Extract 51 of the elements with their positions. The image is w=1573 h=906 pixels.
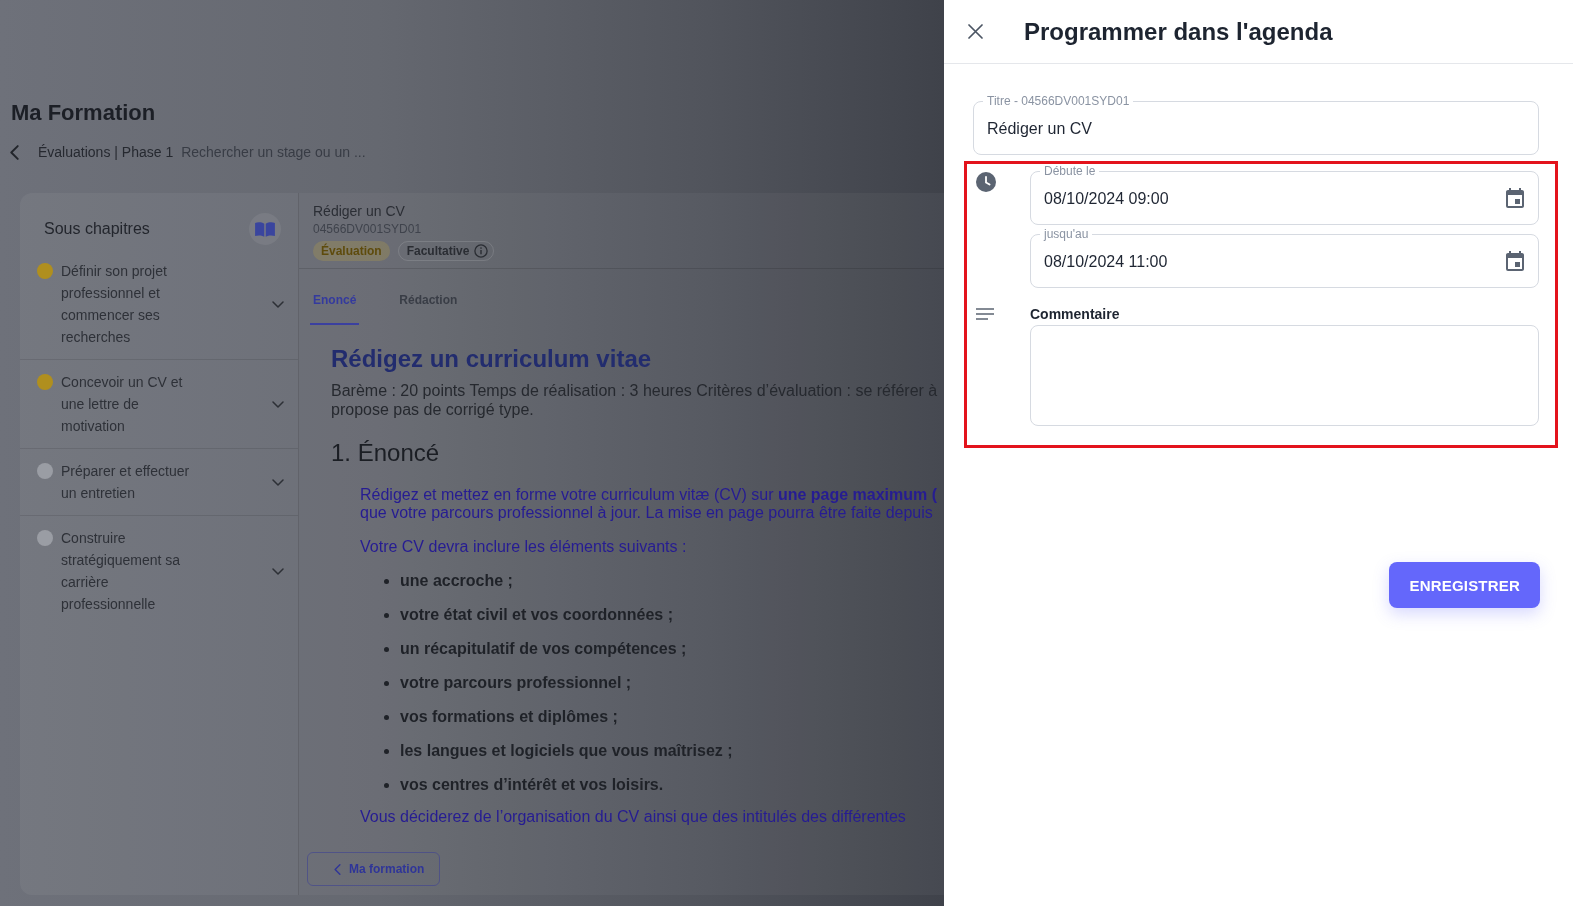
title-field[interactable]: Titre - 04566DV001SYD01 Rédiger un CV	[973, 94, 1539, 155]
chevron-down-icon[interactable]	[272, 478, 284, 486]
chevron-down-icon[interactable]	[272, 400, 284, 408]
date-field[interactable]: Débute le 08/10/2024 09:00	[1030, 164, 1539, 225]
drawer-title: Programmer dans l'agenda	[1024, 16, 1333, 47]
chapter-item[interactable]: Préparer et effectuer un entretien	[20, 449, 298, 516]
text-lines-icon	[976, 308, 994, 320]
page-title: Ma Formation	[11, 99, 156, 127]
date-field[interactable]: jusqu'au 08/10/2024 11:00	[1030, 227, 1539, 288]
book-icon[interactable]	[249, 213, 281, 245]
chapter-item[interactable]: Construire stratégiquement sa carrière professionnelle	[20, 516, 298, 626]
section-title: 1. Énoncé	[331, 439, 441, 467]
sidebar-title: Sous chapitres	[44, 219, 150, 239]
chapter-item[interactable]: Concevoir un CV et une lettre de motivation	[20, 360, 298, 449]
chevron-left-icon[interactable]	[334, 863, 341, 875]
list-item-text: vos centres d’intérêt et vos loisirs.	[400, 776, 664, 794]
category-tag: Évaluation	[313, 241, 390, 261]
calendar-icon[interactable]	[1505, 188, 1525, 208]
chevron-down-icon[interactable]	[272, 300, 284, 308]
chapter-item[interactable]: Définir son projet professionnel et commencer ses recherches	[20, 249, 298, 360]
back-button[interactable]: Ma formation	[307, 852, 441, 886]
list-intro: Votre CV devra inclure les éléments suivants :	[360, 538, 688, 556]
bullet-icon	[384, 680, 389, 686]
clock-icon	[976, 172, 996, 192]
article-heading: Rédigez un curriculum vitae	[331, 345, 653, 373]
comment-field[interactable]	[1030, 325, 1539, 426]
bullet-icon	[384, 646, 389, 652]
closing-paragraph: Vous déciderez de l’organisation du CV ainsi que des intitulés des différentes	[360, 808, 907, 826]
bullet-icon	[384, 714, 389, 720]
list-item-text: votre état civil et vos coordonnées ;	[400, 606, 673, 624]
instructions-paragraph: Rédigez et mettez en forme votre curriculum vitæ (CV) sur une page maximum ( que votre parcours professionnel à jour. La mise en page pourra être faite depuis	[360, 486, 939, 522]
bullet-icon	[384, 578, 389, 584]
activity-title: Rédiger un CV	[313, 202, 406, 220]
bullet-icon	[384, 748, 389, 754]
list-item-text: un récapitulatif de vos compétences ;	[400, 640, 687, 658]
bullet-icon	[384, 612, 389, 618]
list-item-text: les langues et logiciels que vous maîtrisez ;	[400, 742, 733, 760]
optional-label: Facultative	[406, 244, 470, 258]
list-item-text: une accroche ;	[400, 572, 513, 590]
close-icon[interactable]	[968, 24, 983, 39]
calendar-icon[interactable]	[1505, 251, 1525, 271]
list-item-text: votre parcours professionnel ;	[400, 674, 632, 692]
breadcrumb-path: Évaluations | Phase 1	[38, 144, 174, 160]
chevron-left-icon[interactable]	[10, 144, 19, 160]
chevron-down-icon[interactable]	[272, 567, 284, 575]
bullet-icon	[384, 782, 389, 788]
tab[interactable]: Enoncé	[310, 269, 360, 325]
list-item-text: vos formations et diplômes ;	[400, 708, 618, 726]
save-button[interactable]: ENREGISTRER	[1389, 562, 1540, 608]
comment-label: Commentaire	[1030, 305, 1121, 323]
info-icon[interactable]	[474, 244, 489, 258]
